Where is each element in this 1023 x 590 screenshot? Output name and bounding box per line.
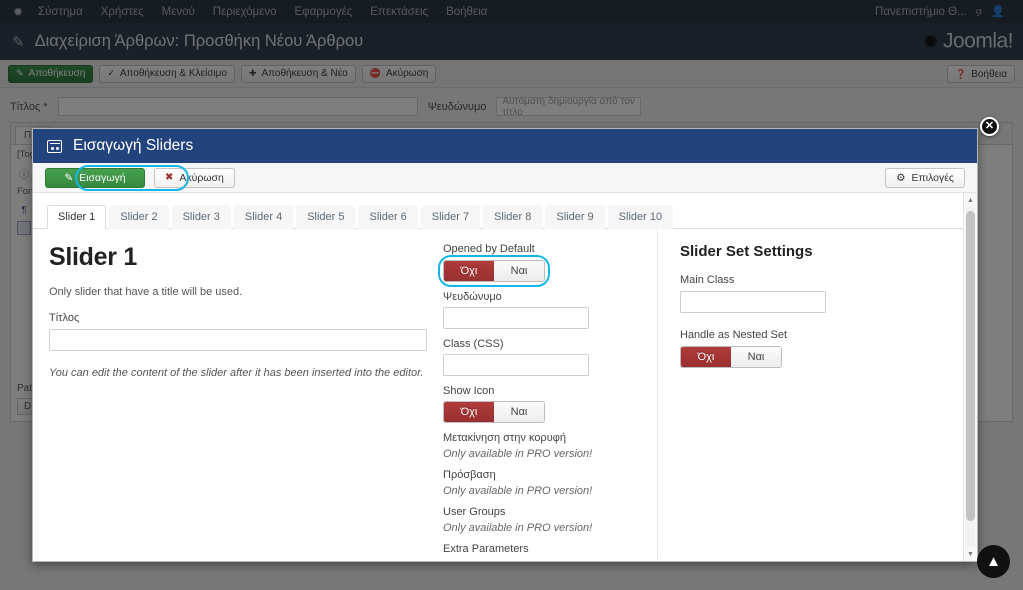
gear-icon: ⚙ — [896, 171, 906, 184]
slider-set-settings-heading: Slider Set Settings — [680, 243, 813, 260]
modal-toolbar-right: ⚙ Επιλογές — [885, 167, 965, 188]
modal-cancel-label: Ακύρωση — [179, 171, 224, 184]
slider-middle-pane: Opened by Default Όχι Ναι Ψευδώνυμο Clas… — [438, 229, 643, 559]
user-groups-label: User Groups — [443, 506, 506, 518]
modal-header: Εισαγωγή Sliders — [33, 129, 977, 163]
access-pro-note: Only available in PRO version! — [443, 485, 593, 497]
edit-icon: ✎ — [64, 171, 74, 184]
back-to-top-button[interactable]: ▲ — [977, 545, 1010, 578]
nested-set-option-no[interactable]: Όχι — [681, 347, 731, 367]
cancel-circle-icon: ✖ — [165, 172, 174, 183]
opened-by-default-option-yes[interactable]: Ναι — [494, 261, 544, 281]
modal-scroll-region: Slider 1 Slider 2 Slider 3 Slider 4 Slid… — [33, 193, 963, 561]
tab-slider-4[interactable]: Slider 4 — [233, 205, 294, 229]
main-class-label: Main Class — [680, 274, 735, 286]
tab-slider-6[interactable]: Slider 6 — [358, 205, 418, 229]
slider-title-label: Τίτλος — [49, 312, 80, 324]
slider-alias-input[interactable] — [443, 307, 589, 329]
close-icon[interactable]: ✕ — [980, 117, 999, 136]
slider-left-pane: Slider 1 Only slider that have a title w… — [33, 229, 443, 559]
slider-alias-label: Ψευδώνυμο — [443, 291, 502, 303]
user-groups-pro-note: Only available in PRO version! — [443, 522, 593, 534]
show-icon-option-no[interactable]: Όχι — [444, 402, 494, 422]
slider-heading: Slider 1 — [49, 243, 137, 271]
modal-cancel-button[interactable]: ✖ Ακύρωση — [154, 167, 235, 188]
options-button[interactable]: ⚙ Επιλογές — [885, 167, 965, 188]
screen: ✹ Σύστημα Χρήστες Μενού Περιεχόμενο Εφαρ… — [0, 0, 1023, 590]
tab-slider-10[interactable]: Slider 10 — [607, 205, 674, 229]
slider-note: Only slider that have a title will be us… — [49, 286, 243, 298]
window-insert-icon — [47, 139, 62, 153]
slider-title-input[interactable] — [49, 329, 427, 351]
slider-class-input[interactable] — [443, 354, 589, 376]
close-glyph: ✕ — [984, 120, 995, 132]
tab-slider-5[interactable]: Slider 5 — [296, 205, 356, 229]
handle-as-nested-set-toggle[interactable]: Όχι Ναι — [680, 346, 782, 368]
slider-class-label: Class (CSS) — [443, 338, 504, 350]
move-to-top-pro-note: Only available in PRO version! — [443, 448, 593, 460]
modal-toolbar: ✎ Εισαγωγή ✖ Ακύρωση ⚙ Επιλογές — [33, 163, 977, 193]
tab-slider-7[interactable]: Slider 7 — [420, 205, 481, 229]
tab-slider-9[interactable]: Slider 9 — [545, 205, 605, 229]
insert-sliders-modal: Εισαγωγή Sliders ✎ Εισαγωγή ✖ Ακύρωση ⚙ … — [32, 128, 978, 562]
slider-panel: Slider 1 Only slider that have a title w… — [33, 229, 963, 559]
chevron-up-icon: ▲ — [986, 553, 1001, 570]
move-to-top-label: Μετακίνηση στην κορυφή — [443, 432, 566, 444]
opened-by-default-option-no[interactable]: Όχι — [444, 261, 494, 281]
opened-by-default-label: Opened by Default — [443, 243, 535, 255]
import-button-label: Εισαγωγή — [79, 171, 126, 184]
scroll-up-arrow-icon[interactable]: ▲ — [964, 193, 977, 207]
show-icon-option-yes[interactable]: Ναι — [494, 402, 544, 422]
scroll-down-arrow-icon[interactable]: ▼ — [964, 547, 977, 561]
slider-footnote: You can edit the content of the slider a… — [49, 367, 424, 379]
tab-slider-3[interactable]: Slider 3 — [171, 205, 231, 229]
modal-scrollbar[interactable]: ▲ ▼ — [963, 193, 977, 561]
tab-slider-1[interactable]: Slider 1 — [47, 205, 107, 229]
show-icon-toggle[interactable]: Όχι Ναι — [443, 401, 545, 423]
slider-set-settings-pane: Slider Set Settings Main Class Handle as… — [657, 229, 963, 559]
options-button-label: Επιλογές — [911, 171, 954, 184]
access-label: Πρόσβαση — [443, 469, 496, 481]
modal-body: Slider 1 Slider 2 Slider 3 Slider 4 Slid… — [33, 193, 977, 561]
tab-slider-8[interactable]: Slider 8 — [483, 205, 543, 229]
show-icon-label: Show Icon — [443, 385, 495, 397]
import-button[interactable]: ✎ Εισαγωγή — [45, 167, 145, 188]
slider-tabs: Slider 1 Slider 2 Slider 3 Slider 4 Slid… — [33, 193, 963, 229]
nested-set-option-yes[interactable]: Ναι — [731, 347, 781, 367]
extra-parameters-label: Extra Parameters — [443, 543, 529, 555]
main-class-input[interactable] — [680, 291, 826, 313]
opened-by-default-toggle-wrap: Όχι Ναι — [438, 255, 550, 287]
modal-scrollbar-thumb[interactable] — [966, 211, 975, 521]
modal-title: Εισαγωγή Sliders — [73, 137, 194, 154]
tab-slider-2[interactable]: Slider 2 — [109, 205, 169, 229]
handle-as-nested-set-label: Handle as Nested Set — [680, 329, 788, 341]
opened-by-default-toggle[interactable]: Όχι Ναι — [443, 260, 545, 282]
